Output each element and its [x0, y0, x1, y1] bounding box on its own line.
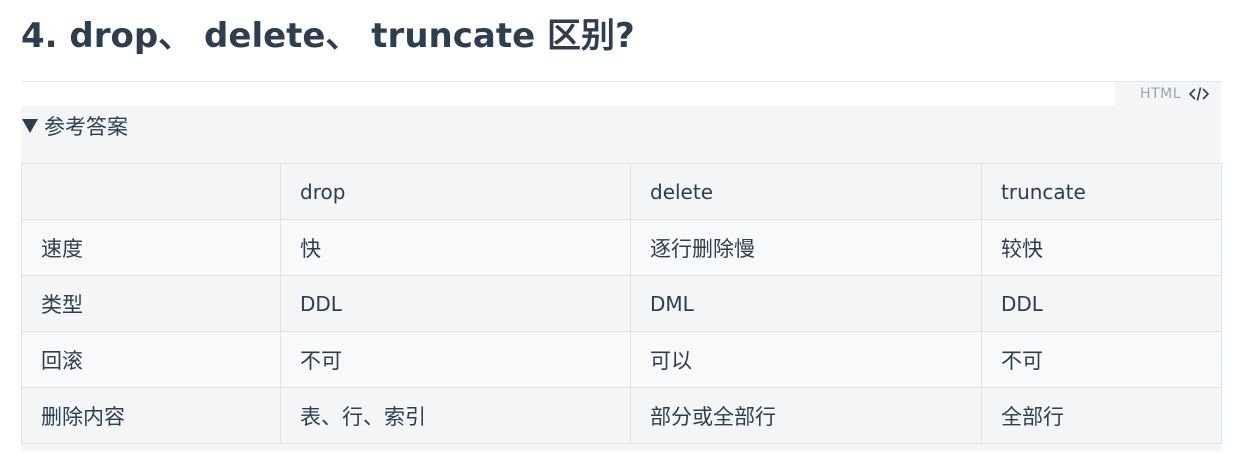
table-cell: 回滚 [21, 331, 281, 388]
code-block: HTML 参考答案 drop delete truncate 速度 快 逐行删除… [21, 82, 1222, 451]
divider [21, 81, 1221, 82]
triangle-down-icon [22, 119, 38, 133]
table-header-cell [21, 163, 281, 220]
table-row: 类型 DDL DML DDL [21, 275, 1222, 332]
table-cell: 部分或全部行 [630, 387, 982, 444]
table-cell: 不可 [280, 331, 631, 388]
table-row: 删除内容 表、行、索引 部分或全部行 全部行 [21, 387, 1222, 444]
table-header-cell: delete [630, 163, 982, 220]
code-language-tag[interactable]: HTML [1115, 82, 1221, 106]
table-cell: DDL [981, 275, 1222, 332]
table-cell: 类型 [21, 275, 281, 332]
table-header-cell: truncate [981, 163, 1222, 220]
table-cell: 较快 [981, 219, 1222, 276]
comparison-table: drop delete truncate 速度 快 逐行删除慢 较快 类型 DD… [21, 163, 1222, 444]
table-cell: DDL [280, 275, 631, 332]
table-header-row: drop delete truncate [21, 163, 1222, 220]
page: 4. drop、 delete、 truncate 区别? HTML 参考答案 [21, 0, 1222, 451]
code-language-label: HTML [1140, 86, 1181, 102]
table-cell: 快 [280, 219, 631, 276]
details-summary[interactable]: 参考答案 [21, 106, 1221, 146]
table-row: 速度 快 逐行删除慢 较快 [21, 219, 1222, 276]
details-summary-label: 参考答案 [44, 115, 128, 139]
table-header-cell: drop [280, 163, 631, 220]
table-cell: DML [630, 275, 982, 332]
code-icon[interactable] [1188, 86, 1210, 102]
table-cell: 全部行 [981, 387, 1222, 444]
table-cell: 逐行删除慢 [630, 219, 982, 276]
page-title: 4. drop、 delete、 truncate 区别? [21, 16, 635, 56]
table-cell: 可以 [630, 331, 982, 388]
table-cell: 速度 [21, 219, 281, 276]
table-cell: 表、行、索引 [280, 387, 631, 444]
table-cell: 不可 [981, 331, 1222, 388]
table-row: 回滚 不可 可以 不可 [21, 331, 1222, 388]
table-cell: 删除内容 [21, 387, 281, 444]
